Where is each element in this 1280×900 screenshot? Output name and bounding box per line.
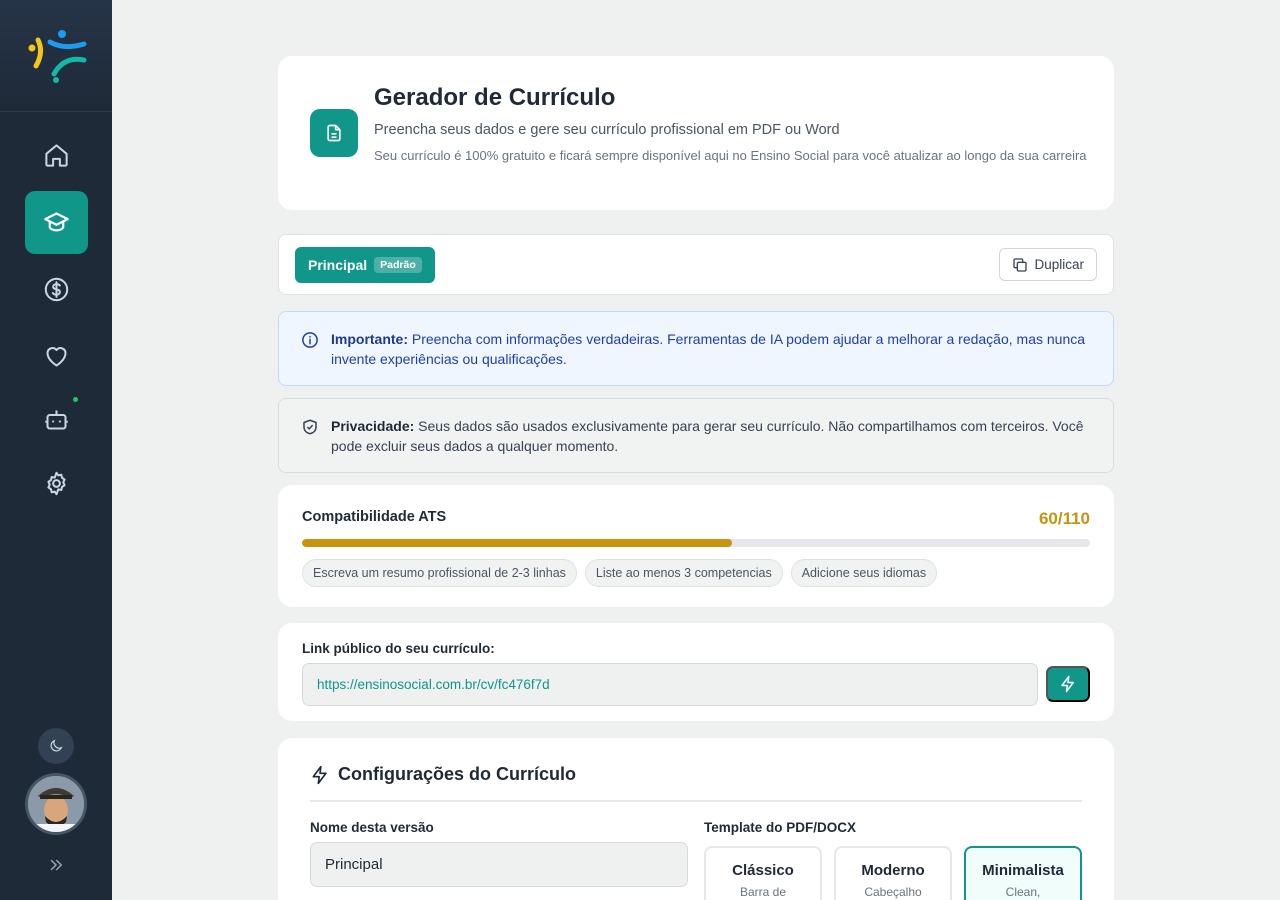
info-alert-title: Importante: xyxy=(331,331,408,347)
ats-progress-fill xyxy=(302,539,732,547)
versions-bar: Principal Padrão Duplicar xyxy=(278,234,1114,295)
home-icon xyxy=(45,144,68,167)
gear-icon xyxy=(47,471,66,496)
avatar-image-icon xyxy=(28,776,84,832)
ats-title: Compatibilidade ATS xyxy=(302,509,447,525)
resume-config-card: Configurações do Currículo Nome desta ve… xyxy=(278,738,1114,900)
ats-tip-chip: Adicione seus idiomas xyxy=(790,559,938,587)
copy-icon xyxy=(1013,257,1028,272)
template-option-classico[interactable]: Clássico Barra de xyxy=(704,846,822,900)
page-header-card: Gerador de Currículo Preencha seus dados… xyxy=(278,56,1114,210)
theme-toggle-button[interactable] xyxy=(38,728,74,764)
moon-icon xyxy=(50,739,63,752)
info-icon xyxy=(302,332,318,348)
template-desc: Barra de xyxy=(739,885,787,899)
ats-score: 60/110 xyxy=(1038,509,1090,528)
privacy-alert-title: Privacidade: xyxy=(331,418,415,434)
public-link-label: Link público do seu currículo: xyxy=(302,641,495,656)
version-name-input[interactable]: Principal xyxy=(310,842,688,887)
config-title: Configurações do Currículo xyxy=(338,764,577,784)
expand-sidebar-button[interactable] xyxy=(44,853,68,877)
ats-tips: Escreva um resumo profissional de 2-3 li… xyxy=(302,559,938,587)
document-icon-badge xyxy=(310,109,358,157)
user-avatar[interactable] xyxy=(25,773,87,835)
duplicate-button[interactable]: Duplicar xyxy=(999,248,1097,281)
zap-icon xyxy=(312,765,327,785)
page-title: Gerador de Currículo xyxy=(374,84,616,111)
template-label: Template do PDF/DOCX xyxy=(704,820,857,835)
template-desc: Cabeçalho xyxy=(864,885,922,899)
sidebar xyxy=(0,0,112,900)
ats-tip-chip: Liste ao menos 3 competencias xyxy=(584,559,783,587)
ats-progress-bar xyxy=(302,539,1090,547)
nav-courses[interactable] xyxy=(25,191,88,254)
shield-check-icon xyxy=(303,419,317,435)
nav-assistant[interactable] xyxy=(25,388,88,451)
nav-favorites[interactable] xyxy=(25,325,88,388)
template-name: Moderno xyxy=(861,862,925,879)
version-name-label: Nome desta versão xyxy=(310,820,434,835)
config-divider xyxy=(310,800,1082,802)
template-option-moderno[interactable]: Moderno Cabeçalho xyxy=(834,846,952,900)
ats-tip-chip: Escreva um resumo profissional de 2-3 li… xyxy=(302,559,577,587)
graduation-cap-icon xyxy=(44,212,69,232)
public-link-field[interactable]: https://ensinosocial.com.br/cv/fc476f7d xyxy=(302,663,1038,706)
version-tab-label: Principal xyxy=(308,257,368,273)
page-subtitle: Preencha seus dados e gere seu currículo… xyxy=(374,122,840,138)
heart-icon xyxy=(46,347,67,367)
template-name: Minimalista xyxy=(982,862,1064,879)
public-link-action-button[interactable] xyxy=(1046,666,1090,702)
public-link-card: Link público do seu currículo: https://e… xyxy=(278,623,1114,721)
nav-settings[interactable] xyxy=(25,452,88,515)
nav-finance[interactable] xyxy=(25,258,88,321)
privacy-alert: Privacidade: Seus dados são usados exclu… xyxy=(278,398,1114,473)
assistant-status-dot xyxy=(73,397,78,402)
info-alert: Importante: Preencha com informações ver… xyxy=(278,311,1114,386)
duplicate-button-label: Duplicar xyxy=(1034,257,1084,272)
info-alert-text: Preencha com informações verdadeiras. Fe… xyxy=(331,331,1086,367)
page-note: Seu currículo é 100% gratuito e ficará s… xyxy=(374,148,1087,163)
file-text-icon xyxy=(327,124,341,142)
zap-icon xyxy=(1061,675,1074,693)
ats-compatibility-card: Compatibilidade ATS 60/110 Escreva um re… xyxy=(278,485,1114,607)
template-option-minimalista[interactable]: Minimalista Clean, xyxy=(964,846,1082,900)
template-name: Clássico xyxy=(732,862,794,879)
bot-icon xyxy=(45,410,68,430)
privacy-alert-text: Seus dados são usados exclusivamente par… xyxy=(331,418,1084,454)
logo[interactable] xyxy=(0,0,112,112)
dollar-icon xyxy=(44,277,69,302)
ensino-social-logo-icon xyxy=(28,29,87,83)
chevrons-right-icon xyxy=(50,859,63,871)
default-badge: Padrão xyxy=(374,257,422,273)
version-tab-principal[interactable]: Principal Padrão xyxy=(295,247,435,283)
template-desc: Clean, xyxy=(1005,885,1041,899)
nav-home[interactable] xyxy=(25,124,88,187)
